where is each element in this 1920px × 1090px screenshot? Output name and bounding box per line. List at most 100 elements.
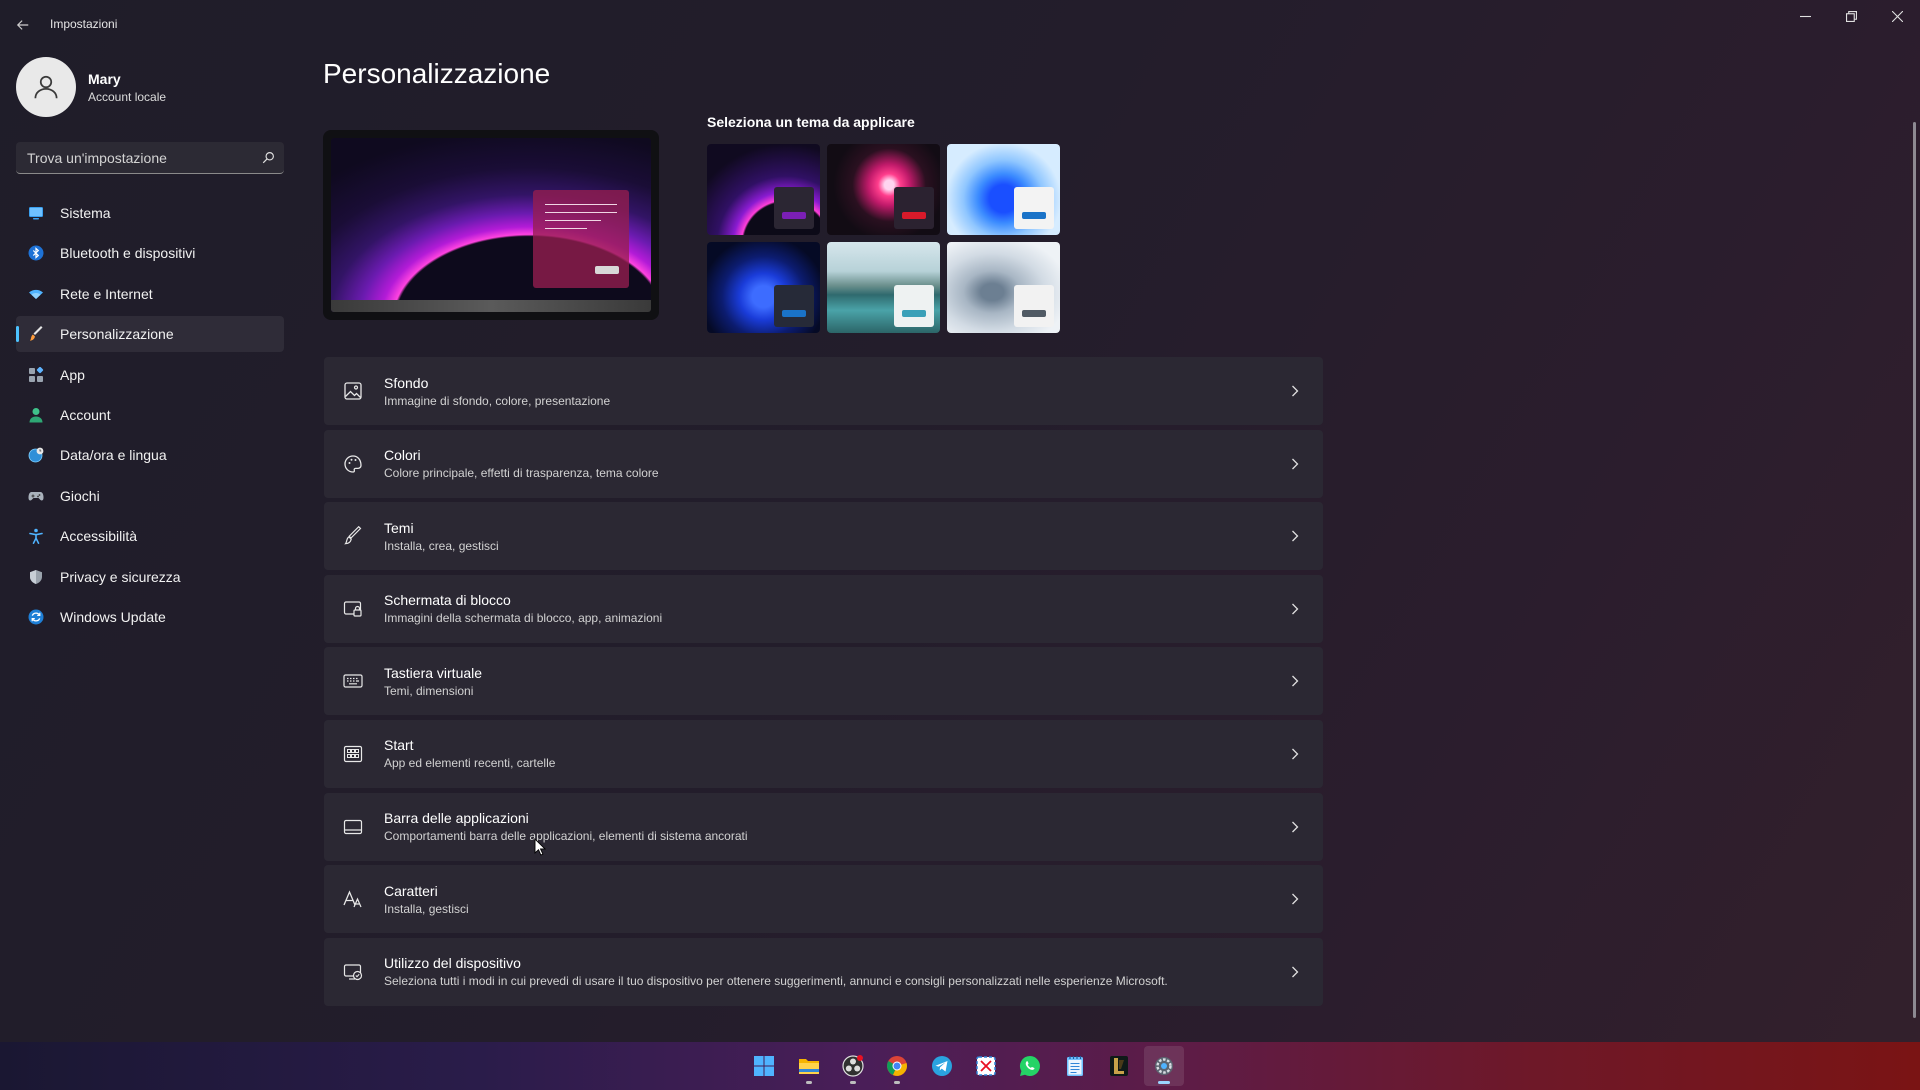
card-colori[interactable]: Colori Colore principale, effetti di tra…: [324, 429, 1323, 498]
chevron-right-icon: [1289, 384, 1301, 398]
sidebar-item-rete[interactable]: Rete e Internet: [16, 276, 284, 312]
card-tastiera-virtuale[interactable]: Tastiera virtuale Temi, dimensioni: [324, 647, 1323, 716]
card-subtitle: Seleziona tutti i modi in cui prevedi di…: [384, 974, 1168, 989]
preview-taskbar: [331, 300, 651, 312]
theme-captured-motion[interactable]: [827, 242, 940, 333]
search-icon[interactable]: [252, 142, 284, 174]
running-indicator: [805, 1081, 812, 1084]
chevron-right-icon: [1289, 965, 1301, 979]
card-title: Tastiera virtuale: [384, 664, 483, 681]
picture-icon: [342, 380, 364, 402]
search-box: [16, 142, 284, 174]
running-indicator: [894, 1081, 901, 1084]
sidebar-item-giochi[interactable]: Giochi: [16, 478, 284, 514]
sidebar-item-windows-update[interactable]: Windows Update: [16, 599, 284, 635]
card-utilizzo-del-dispositivo[interactable]: Utilizzo del dispositivo Seleziona tutti…: [324, 937, 1323, 1006]
card-subtitle: Colore principale, effetti di trasparenz…: [384, 466, 659, 481]
theme-windows-light[interactable]: [947, 144, 1060, 235]
card-subtitle: Comportamenti barra delle applicazioni, …: [384, 829, 748, 844]
theme-sunrise-silver[interactable]: [947, 242, 1060, 333]
card-title: Caratteri: [384, 882, 438, 899]
brush-icon: [342, 525, 364, 547]
sidebar-item-label: Data/ora e lingua: [60, 447, 167, 464]
taskbar-snipping-tool[interactable]: [966, 1046, 1006, 1086]
theme-preview-screen: [331, 138, 651, 312]
sidebar-item-app[interactable]: App: [16, 357, 284, 393]
theme-preview: [323, 130, 659, 320]
sidebar-item-bluetooth[interactable]: Bluetooth e dispositivi: [16, 235, 284, 271]
card-temi[interactable]: Temi Installa, crea, gestisci: [324, 502, 1323, 571]
taskbar-league[interactable]: [1099, 1046, 1139, 1086]
accessibility-icon: [28, 528, 44, 545]
taskbar-file-explorer[interactable]: [789, 1046, 829, 1086]
sidebar-item-label: Account: [60, 406, 111, 423]
shield-icon: [28, 569, 44, 585]
card-subtitle: Installa, gestisci: [384, 901, 469, 916]
taskbar-whatsapp[interactable]: [1010, 1046, 1050, 1086]
chevron-right-icon: [1289, 529, 1301, 543]
card-schermata-di-blocco[interactable]: Schermata di blocco Immagini della scher…: [324, 574, 1323, 643]
palette-icon: [342, 453, 364, 475]
themes-grid: [707, 144, 1063, 333]
sidebar-item-data-ora[interactable]: Data/ora e lingua: [16, 437, 284, 473]
sidebar-item-personalizzazione[interactable]: Personalizzazione: [16, 316, 284, 353]
card-barra-delle-applicazioni[interactable]: Barra delle applicazioni Comportamenti b…: [324, 792, 1323, 861]
theme-mini-window: [894, 187, 934, 229]
card-subtitle: Immagine di sfondo, colore, presentazion…: [384, 393, 611, 408]
mouse-cursor-icon: [534, 838, 546, 856]
sidebar-item-label: Bluetooth e dispositivi: [60, 245, 196, 262]
theme-mini-window: [1014, 285, 1054, 327]
theme-windows-dark-blue[interactable]: [707, 242, 820, 333]
windows-start-icon: [754, 1056, 775, 1076]
card-start[interactable]: Start App ed elementi recenti, cartelle: [324, 719, 1323, 788]
gamepad-icon: [28, 488, 44, 504]
taskbar-obs[interactable]: [833, 1046, 873, 1086]
taskbar-notepad[interactable]: [1055, 1046, 1095, 1086]
user-profile[interactable]: Mary Account locale: [16, 56, 166, 118]
sidebar-item-accessibilita[interactable]: Accessibilità: [16, 518, 284, 554]
notepad-icon: [1066, 1056, 1083, 1076]
chevron-right-icon: [1289, 892, 1301, 906]
sidebar-item-account[interactable]: Account: [16, 397, 284, 433]
window-controls: [1782, 0, 1920, 32]
paintbrush-icon: [28, 326, 44, 342]
taskbar-chrome[interactable]: [877, 1046, 917, 1086]
monitor-icon: [28, 205, 44, 221]
settings-gear-icon: [1154, 1057, 1173, 1075]
update-icon: [28, 609, 44, 625]
theme-mini-window: [774, 285, 814, 327]
minimize-button[interactable]: [1782, 0, 1828, 32]
card-title: Barra delle applicazioni: [384, 810, 529, 827]
sidebar-item-label: Giochi: [60, 487, 100, 504]
card-caratteri[interactable]: Caratteri Installa, gestisci: [324, 865, 1323, 934]
search-input[interactable]: [16, 149, 252, 166]
sidebar-item-label: Personalizzazione: [60, 326, 174, 343]
restore-button[interactable]: [1828, 0, 1874, 32]
back-button[interactable]: [12, 14, 34, 36]
restore-icon: [1845, 10, 1857, 22]
snipping-tool-icon: [976, 1056, 996, 1076]
theme-windows-dark-glow[interactable]: [707, 144, 820, 235]
card-sfondo[interactable]: Sfondo Immagine di sfondo, colore, prese…: [324, 357, 1323, 425]
bluetooth-icon: [28, 245, 44, 261]
themes-label: Seleziona un tema da applicare: [707, 114, 915, 130]
whatsapp-icon: [1020, 1056, 1041, 1076]
taskbar-start-button[interactable]: [744, 1046, 784, 1086]
taskbar-settings[interactable]: [1143, 1046, 1184, 1086]
sidebar-item-privacy[interactable]: Privacy e sicurezza: [16, 559, 284, 595]
close-button[interactable]: [1874, 0, 1920, 32]
theme-mini-window: [894, 285, 934, 327]
wifi-icon: [28, 286, 44, 302]
page-title: Personalizzazione: [323, 58, 551, 89]
card-title: Utilizzo del dispositivo: [384, 955, 521, 972]
card-title: Sfondo: [384, 374, 429, 391]
telegram-icon: [931, 1056, 952, 1076]
card-subtitle: Immagini della schermata di blocco, app,…: [384, 611, 663, 626]
theme-flower-glow[interactable]: [827, 144, 940, 235]
card-title: Colori: [384, 447, 421, 464]
sidebar-item-sistema[interactable]: Sistema: [16, 195, 284, 231]
taskbar-telegram[interactable]: [922, 1046, 962, 1086]
app-title: Impostazioni: [50, 17, 118, 31]
chevron-right-icon: [1289, 602, 1301, 616]
scrollbar[interactable]: [1913, 122, 1916, 1018]
